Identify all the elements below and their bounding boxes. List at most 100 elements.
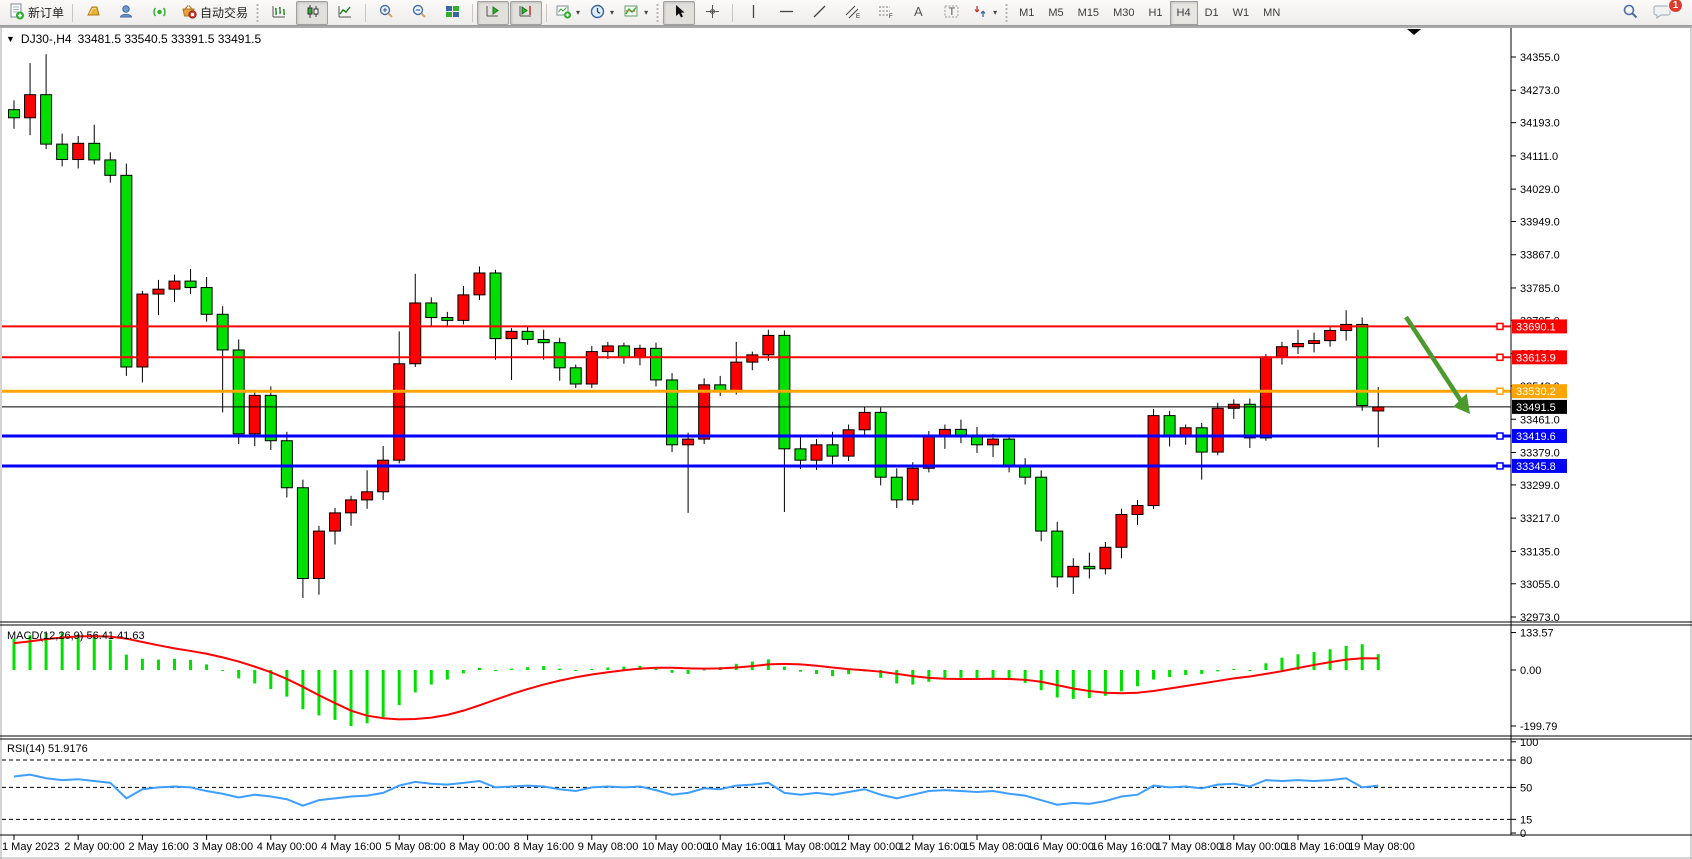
text-label-button[interactable]: T [935, 1, 967, 25]
text-button[interactable]: A [902, 1, 934, 25]
equidistant-channel-button[interactable]: E [836, 1, 868, 25]
new-chart-button[interactable]: ▾ [551, 1, 584, 25]
timeframe-M30[interactable]: M30 [1106, 1, 1141, 25]
tile-windows-button[interactable] [436, 1, 468, 25]
price-line-anchor[interactable] [1497, 323, 1503, 329]
candle-bull [362, 492, 373, 500]
chevron-down-icon: ▾ [576, 8, 580, 17]
candle-bull [1148, 416, 1159, 506]
candle-bear [618, 346, 629, 357]
zoom-out-button[interactable] [403, 1, 435, 25]
macd-histogram-bar [237, 670, 240, 678]
new-order-label: 新订单 [28, 4, 64, 21]
candle-bear [651, 348, 662, 380]
candle-bull [1341, 324, 1352, 330]
price-badge-label: 33530.2 [1516, 386, 1556, 398]
price-axis-label: 33785.0 [1520, 283, 1560, 295]
macd-histogram-bar [831, 670, 834, 676]
zoom-out-icon [411, 3, 428, 23]
price-axis-label: 33135.0 [1520, 546, 1560, 558]
timeframe-D1[interactable]: D1 [1198, 1, 1226, 25]
candle-bear [538, 339, 549, 342]
search-button[interactable] [1614, 1, 1646, 25]
chevron-down-icon: ▾ [993, 8, 997, 17]
indicators-icon [623, 3, 640, 23]
toolbar-handle [255, 4, 260, 22]
indicators-button[interactable]: ▾ [619, 1, 652, 25]
zoom-in-button[interactable] [370, 1, 402, 25]
timeframe-M5[interactable]: M5 [1041, 1, 1070, 25]
fibonacci-icon: F [877, 3, 894, 23]
bar-chart-button[interactable] [263, 1, 295, 25]
macd-histogram-bar [205, 664, 208, 670]
price-axis-label: 33461.0 [1520, 414, 1560, 426]
time-axis-label: 2 May 00:00 [64, 841, 125, 853]
macd-histogram-bar [478, 668, 481, 670]
macd-axis-label: 133.57 [1520, 628, 1554, 640]
fibonacci-button[interactable]: F [869, 1, 901, 25]
candle-bear [442, 318, 453, 321]
algo-trading-button[interactable]: 自动交易 [176, 1, 252, 25]
macd-histogram-bar [462, 670, 465, 673]
rsi-axis-label: 0 [1520, 828, 1526, 840]
line-chart-button[interactable] [329, 1, 361, 25]
timeframe-MN[interactable]: MN [1256, 1, 1287, 25]
candle-bull [602, 346, 613, 352]
vertical-line-button[interactable] [737, 1, 769, 25]
timeframe-H1[interactable]: H1 [1141, 1, 1169, 25]
chart-shift-button[interactable] [510, 1, 542, 25]
macd-axis-label: -199.79 [1520, 721, 1557, 733]
price-line-anchor[interactable] [1497, 463, 1503, 469]
one-click-trading-toggle[interactable]: ▼ [6, 34, 15, 44]
candle-bull [506, 331, 517, 338]
candle-bull [1276, 347, 1287, 357]
timeframe-M15[interactable]: M15 [1071, 1, 1106, 25]
time-axis-label: 1 May 2023 [2, 841, 59, 853]
price-axis-label: 33217.0 [1520, 513, 1560, 525]
candle-bull [1100, 547, 1111, 568]
rsi-axis-label: 15 [1520, 814, 1532, 826]
profile-button[interactable] [110, 1, 142, 25]
macd-histogram-bar [1264, 663, 1267, 670]
market-watch-button[interactable] [77, 1, 109, 25]
candle-bull [1212, 408, 1223, 452]
svg-text:A: A [914, 4, 923, 19]
candle-bull [1228, 404, 1239, 408]
cursor-button[interactable] [663, 1, 695, 25]
macd-histogram-bar [943, 670, 946, 679]
candlestick-button[interactable] [296, 1, 328, 25]
horizontal-line-button[interactable] [770, 1, 802, 25]
candle-bear [9, 110, 20, 118]
candle-bull [73, 143, 84, 159]
notifications-button[interactable]: 1 [1646, 1, 1678, 25]
crosshair-button[interactable] [696, 1, 728, 25]
arrows-button[interactable]: ▾ [968, 1, 1001, 25]
new-order-button[interactable]: 新订单 [4, 1, 68, 25]
candle-bear [1357, 324, 1368, 405]
macd-histogram-bar [125, 655, 128, 670]
auto-scroll-button[interactable] [477, 1, 509, 25]
candle-bull [153, 289, 164, 294]
timeframe-M1[interactable]: M1 [1012, 1, 1041, 25]
time-axis-label: 8 May 00:00 [449, 841, 510, 853]
candle-bear [1036, 477, 1047, 531]
price-line-anchor[interactable] [1497, 388, 1503, 394]
profile-icon [118, 3, 135, 23]
candle-bear [105, 160, 116, 175]
price-line-anchor[interactable] [1497, 433, 1503, 439]
macd-histogram-bar [350, 670, 353, 726]
candle-bull [634, 348, 645, 357]
trendline-button[interactable] [803, 1, 835, 25]
candle-bear [426, 303, 437, 318]
timeframe-W1[interactable]: W1 [1226, 1, 1257, 25]
price-chart-canvas[interactable]: 34355.034273.034193.034111.034029.033949… [0, 0, 1692, 859]
candle-bear [875, 412, 886, 477]
time-axis-label: 18 May 00:00 [1220, 841, 1287, 853]
candle-bear [1084, 566, 1095, 568]
toolbar-separator [365, 4, 366, 22]
price-line-anchor[interactable] [1497, 354, 1503, 360]
macd-histogram-bar [430, 670, 433, 685]
periods-button[interactable]: ▾ [585, 1, 618, 25]
timeframe-H4[interactable]: H4 [1170, 1, 1198, 25]
signals-button[interactable] [143, 1, 175, 25]
